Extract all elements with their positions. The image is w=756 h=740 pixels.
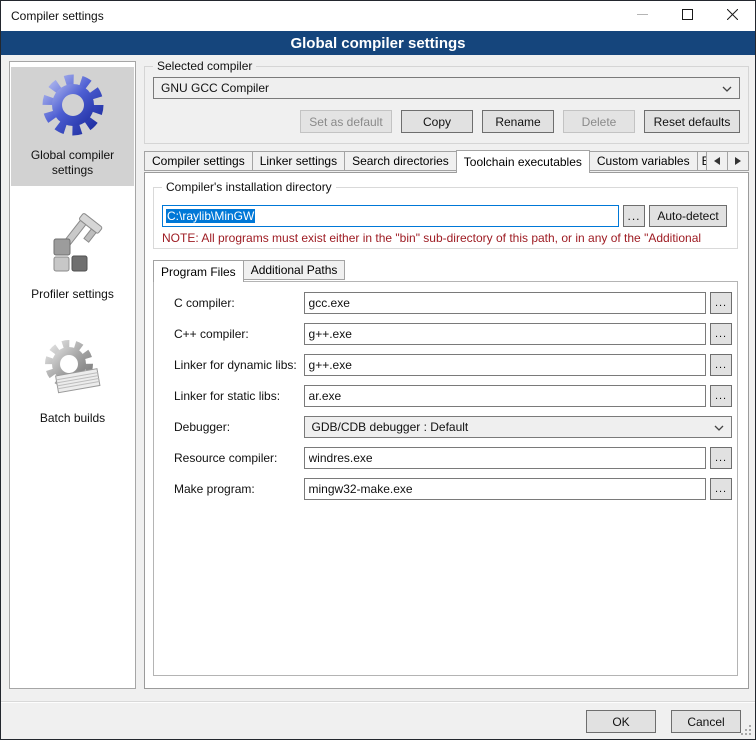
dynamic-linker-input[interactable] [304, 354, 707, 376]
close-button[interactable] [710, 1, 755, 31]
field-row-make-program: Make program: ... [174, 478, 732, 500]
tab-additional-paths[interactable]: Additional Paths [243, 260, 346, 280]
debugger-select-value: GDB/CDB debugger : Default [312, 420, 714, 434]
compiler-select[interactable]: GNU GCC Compiler [153, 77, 740, 99]
resource-compiler-input[interactable] [304, 447, 707, 469]
chevron-down-icon [722, 79, 732, 97]
gray-gear-stack-icon [41, 336, 105, 405]
static-linker-input[interactable] [304, 385, 707, 407]
field-row-cpp-compiler: C++ compiler: ... [174, 323, 732, 345]
dynamic-linker-browse-button[interactable]: ... [710, 354, 732, 376]
dialog-header-title: Global compiler settings [290, 35, 465, 52]
compiler-tabs: Compiler settings Linker settings Search… [144, 150, 749, 173]
install-dir-group: Compiler's installation directory C:\ray… [153, 187, 738, 249]
dialog-footer: OK Cancel [1, 701, 755, 739]
compiler-settings-dialog: Compiler settings Global compiler settin… [0, 0, 756, 740]
tab-linker-settings[interactable]: Linker settings [252, 151, 345, 171]
make-program-browse-button[interactable]: ... [710, 478, 732, 500]
sidebar-item-batch-builds[interactable]: Batch builds [11, 330, 134, 434]
install-dir-browse-button[interactable]: ... [623, 205, 645, 227]
toolchain-executables-panel: Compiler's installation directory C:\ray… [144, 172, 749, 689]
copy-button[interactable]: Copy [401, 110, 473, 133]
tab-search-directories[interactable]: Search directories [344, 151, 457, 171]
field-row-debugger: Debugger: GDB/CDB debugger : Default [174, 416, 732, 438]
sidebar-item-profiler-settings[interactable]: Profiler settings [11, 206, 134, 310]
reset-defaults-button[interactable]: Reset defaults [644, 110, 740, 133]
program-files-tabs: Program Files Additional Paths [153, 260, 344, 282]
maximize-icon [682, 7, 693, 25]
tab-toolchain-executables[interactable]: Toolchain executables [456, 150, 590, 173]
c-compiler-browse-button[interactable]: ... [710, 292, 732, 314]
field-row-c-compiler: C compiler: ... [174, 292, 732, 314]
arrow-right-icon [735, 152, 741, 170]
tab-scroll-right-button[interactable] [727, 151, 749, 171]
sidebar-item-global-compiler-settings[interactable]: Global compiler settings [11, 67, 134, 186]
minimize-icon [637, 7, 648, 25]
arrow-left-icon [714, 152, 720, 170]
bin-directory-note: NOTE: All programs must exist either in … [162, 231, 736, 245]
caliper-blocks-icon [41, 212, 105, 281]
dialog-header: Global compiler settings [1, 31, 755, 55]
resize-grip[interactable] [749, 733, 751, 735]
blue-gear-icon [41, 73, 105, 142]
selected-compiler-group: Selected compiler GNU GCC Compiler Set a… [144, 66, 749, 144]
tab-custom-variables[interactable]: Custom variables [589, 151, 698, 171]
field-row-resource-compiler: Resource compiler: ... [174, 447, 732, 469]
set-as-default-button[interactable]: Set as default [300, 110, 392, 133]
selected-compiler-legend: Selected compiler [153, 59, 256, 73]
dynamic-linker-label: Linker for dynamic libs: [174, 358, 304, 372]
settings-category-list: Global compiler settings Profiler settin… [9, 61, 136, 689]
cpp-compiler-browse-button[interactable]: ... [710, 323, 732, 345]
auto-detect-button[interactable]: Auto-detect [649, 205, 727, 227]
window-title: Compiler settings [1, 9, 620, 23]
rename-button[interactable]: Rename [482, 110, 554, 133]
cpp-compiler-label: C++ compiler: [174, 327, 304, 341]
field-row-dynamic-linker: Linker for dynamic libs: ... [174, 354, 732, 376]
make-program-label: Make program: [174, 482, 304, 496]
install-dir-legend: Compiler's installation directory [162, 180, 336, 194]
tab-scroll-left-button[interactable] [706, 151, 728, 171]
minimize-button[interactable] [620, 1, 665, 31]
maximize-button[interactable] [665, 1, 710, 31]
title-bar: Compiler settings [1, 1, 755, 31]
tab-program-files[interactable]: Program Files [153, 260, 244, 282]
c-compiler-label: C compiler: [174, 296, 304, 310]
c-compiler-input[interactable] [304, 292, 707, 314]
resource-compiler-label: Resource compiler: [174, 451, 304, 465]
install-dir-input[interactable]: C:\raylib\MinGW [162, 205, 619, 227]
resource-compiler-browse-button[interactable]: ... [710, 447, 732, 469]
make-program-input[interactable] [304, 478, 707, 500]
tab-compiler-settings[interactable]: Compiler settings [144, 151, 253, 171]
close-icon [727, 7, 738, 25]
static-linker-label: Linker for static libs: [174, 389, 304, 403]
ok-button[interactable]: OK [586, 710, 656, 733]
cancel-button[interactable]: Cancel [671, 710, 741, 733]
program-files-page: C compiler: ... C++ compiler: ... Linker… [153, 281, 738, 676]
compiler-select-value: GNU GCC Compiler [161, 81, 722, 95]
install-dir-selected-text: C:\raylib\MinGW [166, 209, 255, 223]
sidebar-item-label: Profiler settings [31, 287, 114, 302]
sidebar-item-label: Global compiler settings [13, 148, 132, 178]
debugger-label: Debugger: [174, 420, 304, 434]
debugger-select[interactable]: GDB/CDB debugger : Default [304, 416, 732, 438]
chevron-down-icon [714, 418, 724, 436]
cpp-compiler-input[interactable] [304, 323, 707, 345]
sidebar-item-label: Batch builds [40, 411, 105, 426]
static-linker-browse-button[interactable]: ... [710, 385, 732, 407]
field-row-static-linker: Linker for static libs: ... [174, 385, 732, 407]
tab-scroll-buttons [707, 151, 749, 171]
delete-button[interactable]: Delete [563, 110, 635, 133]
